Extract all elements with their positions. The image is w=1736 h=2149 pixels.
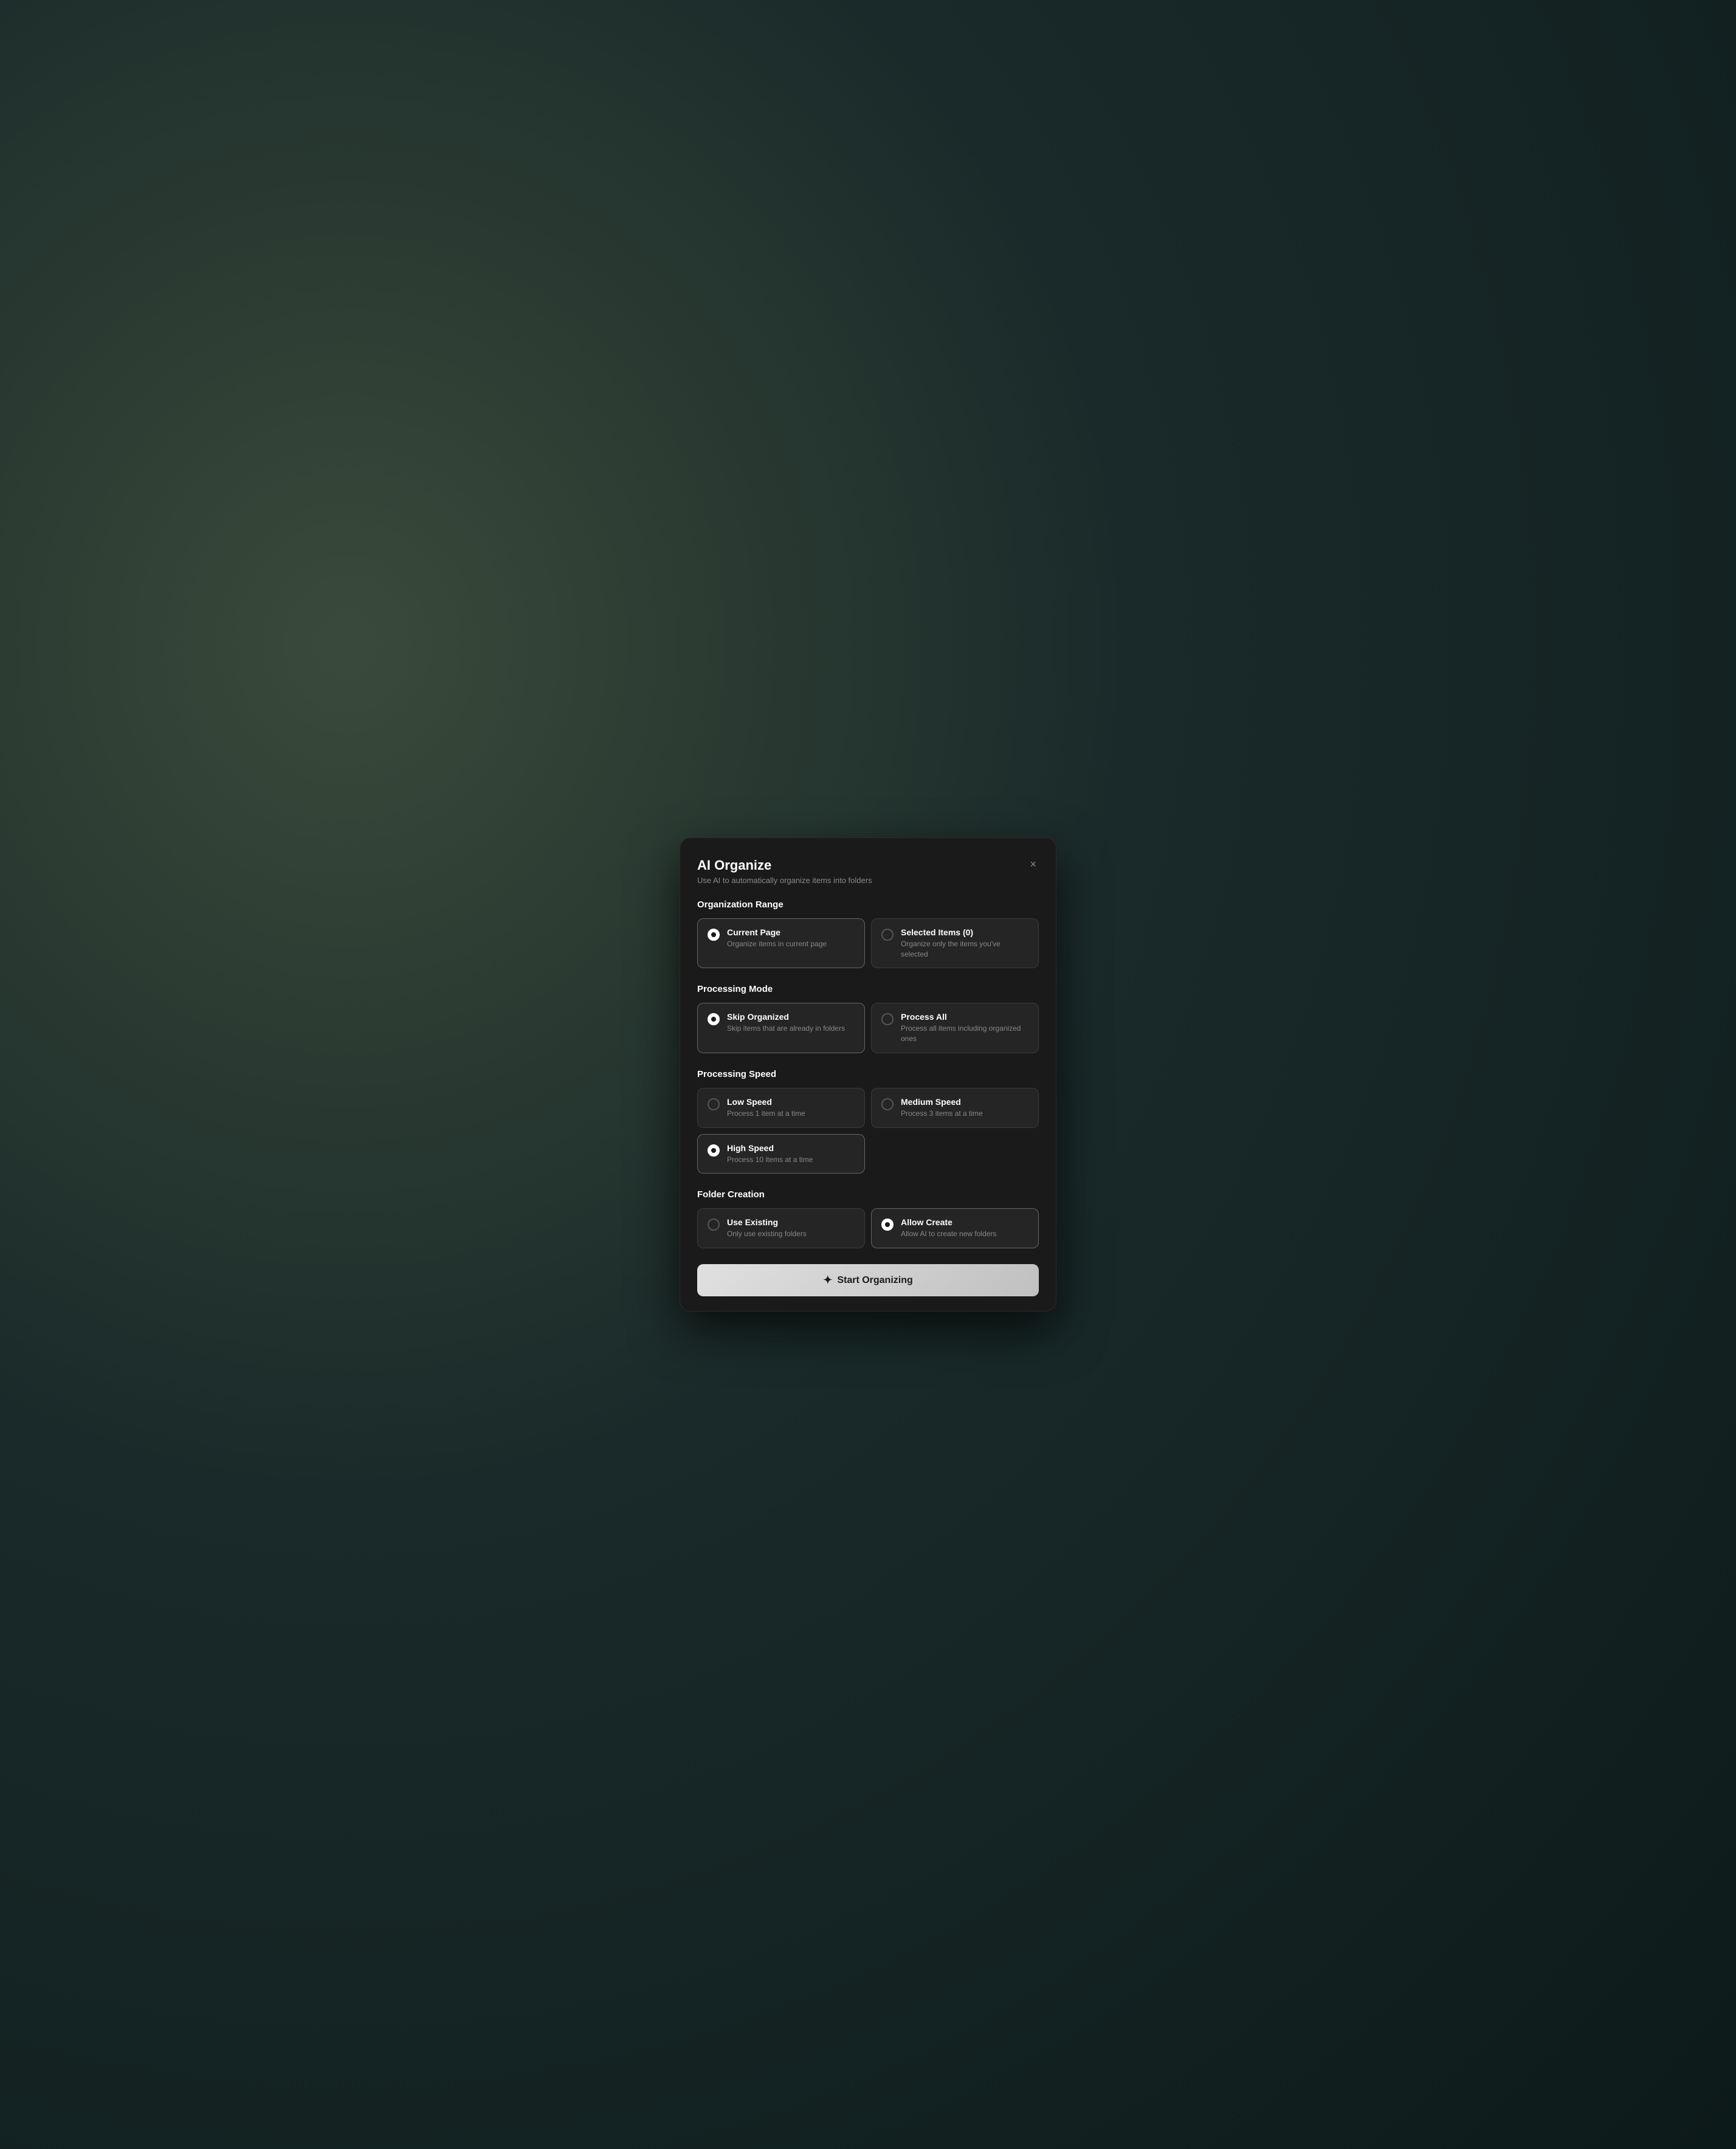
radio-use-existing	[708, 1219, 720, 1231]
option-high-speed-text: High Speed Process 10 items at a time	[727, 1143, 855, 1165]
option-selected-items-desc: Organize only the items you've selected	[901, 939, 1028, 960]
option-allow-create[interactable]: Allow Create Allow AI to create new fold…	[871, 1208, 1039, 1248]
option-process-all-text: Process All Process all items including …	[901, 1012, 1028, 1044]
option-medium-speed-text: Medium Speed Process 3 items at a time	[901, 1097, 1028, 1119]
option-low-speed[interactable]: Low Speed Process 1 item at a time	[697, 1088, 865, 1128]
option-skip-organized[interactable]: Skip Organized Skip items that are alrea…	[697, 1003, 865, 1053]
option-current-page-label: Current Page	[727, 927, 855, 937]
radio-inner-current-page	[711, 932, 716, 937]
option-use-existing[interactable]: Use Existing Only use existing folders	[697, 1208, 865, 1248]
processing-speed-section: Processing Speed Low Speed Process 1 ite…	[697, 1069, 1039, 1174]
option-skip-organized-desc: Skip items that are already in folders	[727, 1023, 855, 1034]
radio-selected-items	[881, 929, 894, 941]
option-selected-items[interactable]: Selected Items (0) Organize only the ite…	[871, 918, 1039, 969]
processing-speed-title: Processing Speed	[697, 1069, 1039, 1079]
option-process-all-label: Process All	[901, 1012, 1028, 1022]
dialog-header: AI Organize ×	[697, 858, 1039, 873]
option-low-speed-text: Low Speed Process 1 item at a time	[727, 1097, 855, 1119]
radio-current-page	[708, 929, 720, 941]
option-current-page-text: Current Page Organize items in current p…	[727, 927, 855, 949]
option-medium-speed[interactable]: Medium Speed Process 3 items at a time	[871, 1088, 1039, 1128]
sparkle-icon: ✦	[823, 1274, 832, 1287]
ai-organize-dialog: AI Organize × Use AI to automatically or…	[680, 837, 1056, 1312]
option-use-existing-text: Use Existing Only use existing folders	[727, 1217, 855, 1239]
radio-skip-organized	[708, 1013, 720, 1025]
option-allow-create-text: Allow Create Allow AI to create new fold…	[901, 1217, 1028, 1239]
organization-range-title: Organization Range	[697, 899, 1039, 910]
processing-mode-title: Processing Mode	[697, 984, 1039, 994]
option-allow-create-desc: Allow AI to create new folders	[901, 1229, 1028, 1239]
option-medium-speed-label: Medium Speed	[901, 1097, 1028, 1107]
organization-range-options: Current Page Organize items in current p…	[697, 918, 1039, 969]
folder-creation-section: Folder Creation Use Existing Only use ex…	[697, 1189, 1039, 1248]
radio-inner-allow-create	[885, 1222, 890, 1227]
option-selected-items-text: Selected Items (0) Organize only the ite…	[901, 927, 1028, 960]
radio-inner-high-speed	[711, 1148, 716, 1153]
dialog-subtitle: Use AI to automatically organize items i…	[697, 876, 1039, 885]
option-process-all-desc: Process all items including organized on…	[901, 1023, 1028, 1044]
organization-range-section: Organization Range Current Page Organize…	[697, 899, 1039, 969]
folder-creation-title: Folder Creation	[697, 1189, 1039, 1200]
start-button-label: Start Organizing	[837, 1275, 912, 1286]
option-skip-organized-text: Skip Organized Skip items that are alrea…	[727, 1012, 855, 1034]
processing-mode-section: Processing Mode Skip Organized Skip item…	[697, 984, 1039, 1053]
option-high-speed[interactable]: High Speed Process 10 items at a time	[697, 1134, 865, 1174]
option-medium-speed-desc: Process 3 items at a time	[901, 1109, 1028, 1119]
option-low-speed-label: Low Speed	[727, 1097, 855, 1107]
option-process-all[interactable]: Process All Process all items including …	[871, 1003, 1039, 1053]
processing-speed-bottom-options: High Speed Process 10 items at a time	[697, 1134, 1039, 1174]
radio-low-speed	[708, 1098, 720, 1110]
processing-speed-top-options: Low Speed Process 1 item at a time Mediu…	[697, 1088, 1039, 1128]
radio-process-all	[881, 1013, 894, 1025]
dialog-title: AI Organize	[697, 858, 771, 873]
radio-allow-create	[881, 1219, 894, 1231]
folder-creation-options: Use Existing Only use existing folders A…	[697, 1208, 1039, 1248]
radio-high-speed	[708, 1144, 720, 1157]
option-use-existing-desc: Only use existing folders	[727, 1229, 855, 1239]
option-high-speed-label: High Speed	[727, 1143, 855, 1153]
option-current-page-desc: Organize items in current page	[727, 939, 855, 949]
radio-inner-skip-organized	[711, 1017, 716, 1022]
processing-mode-options: Skip Organized Skip items that are alrea…	[697, 1003, 1039, 1053]
radio-medium-speed	[881, 1098, 894, 1110]
option-selected-items-label: Selected Items (0)	[901, 927, 1028, 937]
option-current-page[interactable]: Current Page Organize items in current p…	[697, 918, 865, 969]
option-skip-organized-label: Skip Organized	[727, 1012, 855, 1022]
option-use-existing-label: Use Existing	[727, 1217, 855, 1227]
close-button[interactable]: ×	[1027, 858, 1039, 871]
start-organizing-button[interactable]: ✦ Start Organizing	[697, 1264, 1039, 1296]
option-allow-create-label: Allow Create	[901, 1217, 1028, 1227]
option-low-speed-desc: Process 1 item at a time	[727, 1109, 855, 1119]
option-high-speed-desc: Process 10 items at a time	[727, 1155, 855, 1165]
